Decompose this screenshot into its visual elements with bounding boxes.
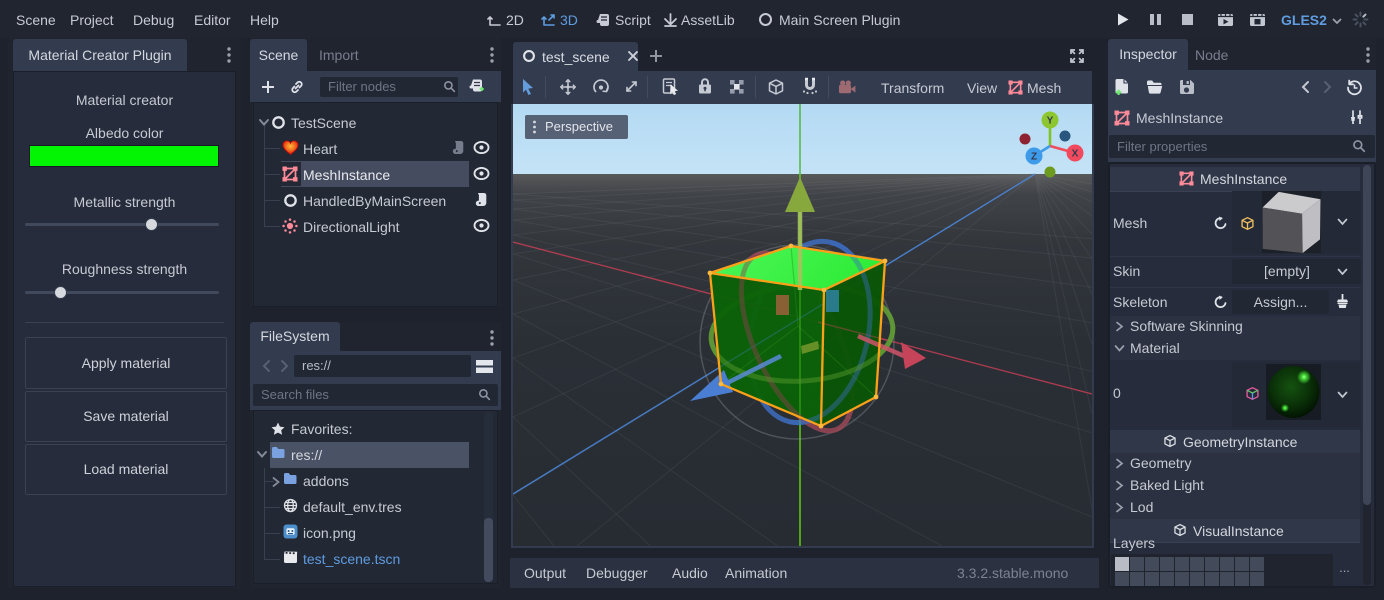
svg-text:Y: Y: [1047, 116, 1054, 127]
svg-text:Z: Z: [1031, 152, 1037, 163]
svg-text:X: X: [1072, 149, 1079, 160]
